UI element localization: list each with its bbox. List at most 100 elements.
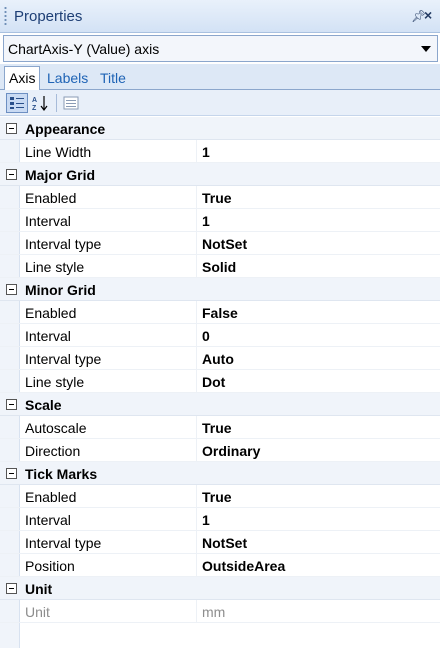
collapse-icon[interactable] xyxy=(6,123,17,134)
collapse-icon[interactable] xyxy=(6,284,17,295)
column-divider[interactable] xyxy=(196,347,197,370)
category-appearance[interactable]: Appearance xyxy=(0,117,440,140)
property-name: Interval xyxy=(25,213,71,229)
alphabetical-button[interactable]: A Z xyxy=(30,93,52,113)
property-value[interactable]: OutsideArea xyxy=(202,558,285,574)
property-name: Enabled xyxy=(25,489,77,505)
property-name: Direction xyxy=(25,443,81,459)
category-scale[interactable]: Scale xyxy=(0,393,440,416)
property-value[interactable]: 1 xyxy=(202,213,210,229)
category-label: Appearance xyxy=(25,121,106,137)
property-row[interactable]: Autoscale True xyxy=(0,416,440,439)
property-value[interactable]: False xyxy=(202,305,238,321)
property-row[interactable]: Interval type Auto xyxy=(0,347,440,370)
column-divider[interactable] xyxy=(196,370,197,393)
collapse-icon[interactable] xyxy=(6,583,17,594)
property-name: Interval xyxy=(25,328,71,344)
property-value[interactable]: 1 xyxy=(202,144,210,160)
properties-title-bar: Properties 📌︎ × xyxy=(0,0,440,33)
property-row: Unit mm xyxy=(0,600,440,623)
category-label: Tick Marks xyxy=(25,466,98,482)
tab-title[interactable]: Title xyxy=(96,67,130,90)
column-divider[interactable] xyxy=(196,186,197,209)
property-row[interactable]: Interval type NotSet xyxy=(0,531,440,554)
category-minor-grid[interactable]: Minor Grid xyxy=(0,278,440,301)
property-row[interactable]: Line style Dot xyxy=(0,370,440,393)
property-row[interactable]: Enabled False xyxy=(0,301,440,324)
svg-text:A: A xyxy=(32,97,37,104)
tab-axis[interactable]: Axis xyxy=(4,66,41,91)
property-value[interactable]: True xyxy=(202,420,232,436)
property-value[interactable]: True xyxy=(202,489,232,505)
property-pages-button[interactable] xyxy=(60,93,82,113)
property-value[interactable]: Ordinary xyxy=(202,443,260,459)
column-divider[interactable] xyxy=(196,531,197,554)
property-name: Position xyxy=(25,558,75,574)
close-icon[interactable]: × xyxy=(424,7,432,23)
property-value[interactable]: NotSet xyxy=(202,535,247,551)
property-row[interactable]: Interval 1 xyxy=(0,209,440,232)
property-row[interactable]: Interval 0 xyxy=(0,324,440,347)
column-divider[interactable] xyxy=(196,255,197,278)
property-pages-icon xyxy=(63,96,79,110)
property-name: Unit xyxy=(25,604,50,620)
categorized-icon xyxy=(10,97,24,109)
property-value[interactable]: Solid xyxy=(202,259,236,275)
property-value: mm xyxy=(202,604,226,620)
property-value[interactable]: NotSet xyxy=(202,236,247,252)
category-label: Scale xyxy=(25,397,62,413)
toolbar-separator xyxy=(56,94,57,112)
svg-text:Z: Z xyxy=(32,105,37,111)
property-row[interactable]: Line style Solid xyxy=(0,255,440,278)
property-row[interactable]: Direction Ordinary xyxy=(0,439,440,462)
category-label: Major Grid xyxy=(25,167,96,183)
column-divider[interactable] xyxy=(196,140,197,163)
property-value[interactable]: True xyxy=(202,190,232,206)
property-value[interactable]: 0 xyxy=(202,328,210,344)
property-name: Line Width xyxy=(25,144,92,160)
property-name: Interval type xyxy=(25,351,102,367)
window-title: Properties xyxy=(14,8,83,25)
column-divider[interactable] xyxy=(196,600,197,623)
drag-grip-icon[interactable] xyxy=(4,6,7,26)
property-row[interactable]: Position OutsideArea xyxy=(0,554,440,577)
sort-az-icon: A Z xyxy=(32,96,48,111)
property-name: Line style xyxy=(25,259,85,275)
tab-labels[interactable]: Labels xyxy=(43,67,92,90)
property-name: Interval type xyxy=(25,236,102,252)
column-divider[interactable] xyxy=(196,508,197,531)
column-divider[interactable] xyxy=(196,416,197,439)
property-row[interactable]: Interval type NotSet xyxy=(0,232,440,255)
property-name: Interval xyxy=(25,512,71,528)
property-name: Enabled xyxy=(25,305,77,321)
column-divider[interactable] xyxy=(196,301,197,324)
property-name: Interval type xyxy=(25,535,102,551)
categorized-button[interactable] xyxy=(6,93,28,113)
property-name: Enabled xyxy=(25,190,77,206)
column-divider[interactable] xyxy=(196,232,197,255)
property-row[interactable]: Line Width 1 xyxy=(0,140,440,163)
chevron-down-icon[interactable] xyxy=(421,46,431,52)
property-grid: Appearance Line Width 1 Major Grid Enabl… xyxy=(0,117,440,648)
property-row[interactable]: Enabled True xyxy=(0,485,440,508)
property-value[interactable]: 1 xyxy=(202,512,210,528)
column-divider[interactable] xyxy=(196,209,197,232)
collapse-icon[interactable] xyxy=(6,399,17,410)
column-divider[interactable] xyxy=(196,485,197,508)
category-unit[interactable]: Unit xyxy=(0,577,440,600)
category-tick-marks[interactable]: Tick Marks xyxy=(0,462,440,485)
property-value[interactable]: Auto xyxy=(202,351,234,367)
object-selector-dropdown[interactable]: ChartAxis-Y (Value) axis xyxy=(3,35,438,62)
column-divider[interactable] xyxy=(196,324,197,347)
column-divider[interactable] xyxy=(196,439,197,462)
property-row[interactable]: Enabled True xyxy=(0,186,440,209)
property-value[interactable]: Dot xyxy=(202,374,225,390)
selected-object-value: ChartAxis-Y (Value) axis xyxy=(8,41,160,57)
tab-strip: Axis Labels Title xyxy=(0,64,440,91)
property-row[interactable]: Interval 1 xyxy=(0,508,440,531)
category-major-grid[interactable]: Major Grid xyxy=(0,163,440,186)
column-divider[interactable] xyxy=(196,554,197,577)
property-name: Line style xyxy=(25,374,85,390)
collapse-icon[interactable] xyxy=(6,169,17,180)
collapse-icon[interactable] xyxy=(6,468,17,479)
